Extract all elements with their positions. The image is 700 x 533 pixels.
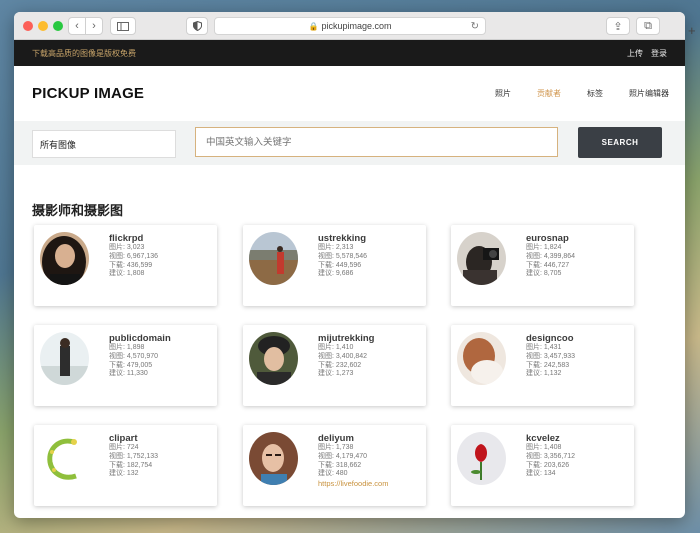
view-count: 视图: 3,356,712 (526, 452, 576, 460)
main-menu: 照片 贡献者 标签 照片编辑器 (495, 88, 669, 99)
suggest-count: 建议: 132 (109, 470, 139, 478)
photo-count: 图片: 1,410 (318, 344, 354, 351)
photo-count: 图片: 1,738 (318, 444, 354, 451)
shield-icon (192, 21, 202, 31)
avatar (249, 232, 298, 285)
avatar (249, 432, 298, 485)
view-count: 视图: 6,967,136 (109, 252, 159, 260)
avatar (457, 332, 506, 385)
contributor-name[interactable]: clipart (109, 433, 158, 444)
suggest-count: 建议: 1,808 (109, 270, 145, 278)
share-icon: ⇪ (613, 20, 623, 33)
suggest-count: 建议: 480 (318, 470, 348, 478)
view-count: 视图: 1,752,133 (109, 452, 159, 460)
menu-item-photo-editor[interactable]: 照片编辑器 (629, 88, 669, 99)
avatar (40, 332, 89, 385)
contributor-card[interactable]: deliyum 图片: 1,738 视图: 4,179,470 下载: 318,… (243, 425, 426, 506)
search-bar: 所有图像 SEARCH (14, 121, 685, 165)
browser-toolbar: ‹ › 🔒 pickupimage.com ↻ ⇪ ⧉ (14, 12, 685, 40)
back-button[interactable]: ‹ (68, 17, 86, 35)
menu-item-tags[interactable]: 标签 (587, 88, 603, 99)
new-tab-button[interactable]: + (688, 23, 696, 38)
show-tabs-button[interactable]: ⧉ (636, 17, 660, 35)
avatar (249, 332, 298, 385)
address-bar[interactable]: 🔒 pickupimage.com ↻ (214, 17, 486, 35)
view-count: 视图: 3,457,933 (526, 352, 576, 360)
contributor-card[interactable]: clipart 图片: 724 视图: 1,752,133 下载: 182,75… (34, 425, 217, 506)
view-count: 视图: 4,399,864 (526, 252, 576, 260)
category-select[interactable]: 所有图像 (32, 130, 176, 158)
photo-count: 图片: 1,431 (526, 344, 562, 351)
photo-count: 图片: 1,408 (526, 444, 562, 451)
menu-item-photos[interactable]: 照片 (495, 88, 511, 99)
chevron-right-icon: › (92, 20, 96, 32)
suggest-count: 建议: 1,132 (526, 370, 562, 378)
avatar (457, 432, 506, 485)
view-count: 视图: 5,578,546 (318, 252, 368, 260)
photo-count: 图片: 1,898 (109, 344, 145, 351)
login-link[interactable]: 登录 (651, 48, 667, 59)
contributor-website-link[interactable]: https://livefoodie.com (318, 479, 388, 488)
contributor-card[interactable]: mijutrekking 图片: 1,410 视图: 3,400,842 下载:… (243, 325, 426, 406)
contributor-name[interactable]: ustrekking (318, 233, 367, 244)
sidebar-toggle-button[interactable] (110, 17, 136, 35)
sidebar-icon (117, 21, 129, 31)
privacy-report-button[interactable] (186, 17, 208, 35)
site-header: PICKUP IMAGE 照片 贡献者 标签 照片编辑器 (14, 66, 685, 121)
contributor-name[interactable]: deliyum (318, 433, 388, 444)
site-topbar: 下载高品质的图像是版权免费 上传 登录 (14, 40, 685, 66)
suggest-count: 建议: 1,273 (318, 370, 354, 378)
contributor-name[interactable]: kcvelez (526, 433, 575, 444)
view-count: 视图: 4,179,470 (318, 452, 368, 460)
search-button[interactable]: SEARCH (578, 127, 662, 158)
photo-count: 图片: 3,023 (109, 244, 145, 251)
share-button[interactable]: ⇪ (606, 17, 630, 35)
tabs-icon: ⧉ (644, 19, 652, 32)
contributor-card[interactable]: eurosnap 图片: 1,824 视图: 4,399,864 下载: 446… (451, 225, 634, 306)
contributor-card[interactable]: designcoo 图片: 1,431 视图: 3,457,933 下载: 24… (451, 325, 634, 406)
search-input[interactable] (195, 127, 558, 157)
avatar (40, 232, 89, 285)
contributor-card[interactable]: ustrekking 图片: 2,313 视图: 5,578,546 下载: 4… (243, 225, 426, 306)
view-count: 视图: 3,400,842 (318, 352, 368, 360)
suggest-count: 建议: 9,686 (318, 270, 354, 278)
contributor-name[interactable]: publicdomain (109, 333, 171, 344)
suggest-count: 建议: 134 (526, 470, 556, 478)
address-url: pickupimage.com (321, 21, 392, 31)
site-logo[interactable]: PICKUP IMAGE (32, 85, 144, 102)
close-window-button[interactable] (23, 21, 33, 31)
suggest-count: 建议: 8,705 (526, 270, 562, 278)
view-count: 视图: 4,570,970 (109, 352, 159, 360)
upload-link[interactable]: 上传 (627, 48, 643, 59)
promo-text: 下载高品质的图像是版权免费 (32, 48, 136, 58)
lock-icon: 🔒 (308, 21, 319, 31)
suggest-count: 建议: 11,330 (109, 370, 148, 378)
contributor-card[interactable]: flickrpd 图片: 3,023 视图: 6,967,136 下载: 436… (34, 225, 217, 306)
contributor-name[interactable]: designcoo (526, 333, 575, 344)
menu-item-contributors[interactable]: 贡献者 (537, 88, 561, 99)
chevron-left-icon: ‹ (75, 20, 79, 32)
contributor-name[interactable]: mijutrekking (318, 333, 375, 344)
zoom-window-button[interactable] (53, 21, 63, 31)
reload-icon[interactable]: ↻ (471, 21, 479, 32)
section-title: 摄影师和摄影图 (32, 203, 124, 218)
avatar (457, 232, 506, 285)
photo-count: 图片: 2,313 (318, 244, 354, 251)
contributor-card[interactable]: publicdomain 图片: 1,898 视图: 4,570,970 下载:… (34, 325, 217, 406)
avatar (40, 432, 89, 485)
contributor-name[interactable]: flickrpd (109, 233, 158, 244)
minimize-window-button[interactable] (38, 21, 48, 31)
contributor-card[interactable]: kcvelez 图片: 1,408 视图: 3,356,712 下载: 203,… (451, 425, 634, 506)
forward-button[interactable]: › (85, 17, 103, 35)
photo-count: 图片: 1,824 (526, 244, 562, 251)
photo-count: 图片: 724 (109, 444, 139, 451)
contributor-name[interactable]: eurosnap (526, 233, 575, 244)
